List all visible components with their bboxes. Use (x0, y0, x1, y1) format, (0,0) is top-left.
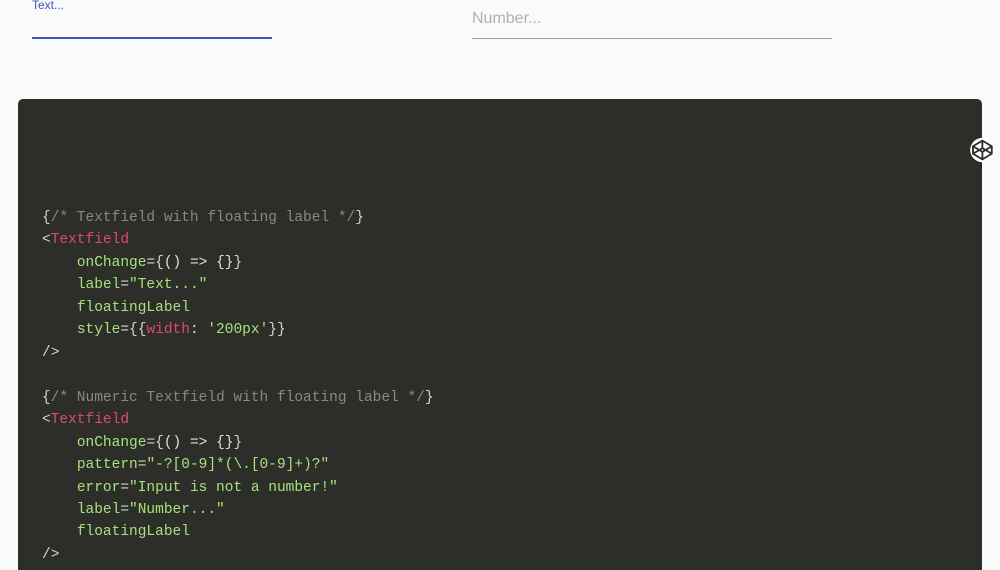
code-jsx-tag: Textfield (51, 412, 129, 428)
code-attr: style (77, 322, 121, 338)
code-attr: label (77, 277, 121, 293)
code-arrow-fn: () => {} (164, 435, 234, 451)
code-string: '200px' (207, 322, 268, 338)
code-obj-key: width (146, 322, 190, 338)
code-string: "-?[0-9]*(\.[0-9]+)?" (146, 457, 329, 473)
code-example-block: {/* Textfield with floating label */} <T… (18, 99, 982, 570)
code-comment: /* Numeric Textfield with floating label… (51, 390, 425, 406)
code-arrow-fn: () => {} (164, 255, 234, 271)
code-attr: onChange (77, 255, 147, 271)
code-string: "Number..." (129, 502, 225, 518)
text-input[interactable] (32, 8, 232, 35)
code-comment: /* Textfield with floating label */ (51, 210, 356, 226)
code-attr: error (77, 480, 121, 496)
textfield-underline-active (32, 37, 272, 39)
code-string: "Input is not a number!" (129, 480, 338, 496)
codepen-icon[interactable] (934, 113, 964, 143)
textfield-underline (472, 38, 832, 39)
code-jsx-tag: Textfield (51, 232, 129, 248)
code-attr: floatingLabel (77, 524, 190, 540)
textfield-number[interactable] (472, 6, 832, 39)
code-attr: onChange (77, 435, 147, 451)
demo-textfields-row: Text... (0, 0, 1000, 59)
code-attr: floatingLabel (77, 300, 190, 316)
code-string: "Text..." (129, 277, 207, 293)
number-input[interactable] (472, 6, 832, 34)
code-attr: label (77, 502, 121, 518)
code-attr: pattern (77, 457, 138, 473)
textfield-floating-label: Text... (32, 0, 64, 12)
textfield-floating[interactable]: Text... (32, 8, 272, 39)
